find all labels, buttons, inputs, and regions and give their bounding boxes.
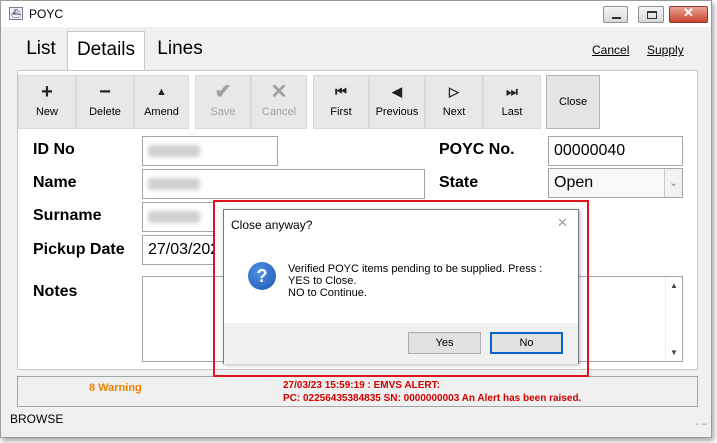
- poyc-no-field[interactable]: 00000040: [548, 136, 683, 166]
- yes-button[interactable]: Yes: [408, 332, 481, 354]
- app-window: ⛴ POYC ✕ List Details Lines Cancel Suppl…: [0, 0, 712, 438]
- x-icon: ✕: [270, 81, 288, 103]
- delete-button[interactable]: − Delete: [76, 75, 134, 129]
- dialog-close-icon[interactable]: ✕: [557, 215, 568, 231]
- first-icon: ⏮: [335, 84, 347, 99]
- redacted-value: [148, 178, 200, 190]
- resize-grip-icon[interactable]: ⠠⠤: [692, 419, 708, 434]
- pickup-date-label: Pickup Date: [33, 241, 125, 258]
- confirm-dialog: Close anyway? ✕ ? Verified POYC items pe…: [223, 209, 579, 364]
- window-title: POYC: [29, 7, 64, 21]
- window-close-button[interactable]: ✕: [669, 5, 708, 23]
- scroll-up-icon[interactable]: ▲: [666, 281, 682, 290]
- tab-details[interactable]: Details: [67, 31, 145, 71]
- redacted-value: [148, 145, 200, 157]
- emvs-alert: 27/03/23 15:59:19 : EMVS ALERT: PC: 0225…: [283, 379, 581, 405]
- maximize-button[interactable]: [638, 6, 664, 23]
- close-icon: ✕: [683, 5, 694, 20]
- previous-button[interactable]: ◀ Previous: [369, 75, 425, 129]
- new-button[interactable]: + New: [18, 75, 76, 129]
- cancel-button[interactable]: ✕ Cancel: [251, 75, 307, 129]
- state-label: State: [439, 174, 479, 191]
- alert-line-1: 27/03/23 15:59:19 : EMVS ALERT:: [283, 380, 440, 391]
- notes-scrollbar[interactable]: ▲ ▼: [665, 277, 682, 361]
- cancel-link[interactable]: Cancel: [592, 43, 629, 57]
- close-button[interactable]: Close: [546, 75, 600, 129]
- amend-button[interactable]: ▲ Amend: [134, 75, 189, 129]
- alert-line-2: PC: 02256435384835 SN: 0000000003 An Ale…: [283, 393, 582, 404]
- last-button[interactable]: ⏭ Last: [483, 75, 541, 129]
- previous-icon: ◀: [392, 84, 402, 99]
- minus-icon: −: [99, 81, 111, 103]
- state-dropdown[interactable]: Open ⌄: [548, 168, 683, 198]
- surname-label: Surname: [33, 207, 102, 224]
- no-button[interactable]: No: [490, 332, 563, 354]
- minimize-icon: [612, 17, 621, 19]
- supply-link[interactable]: Supply: [647, 43, 684, 57]
- poyc-no-label: POYC No.: [439, 141, 515, 158]
- scroll-down-icon[interactable]: ▼: [666, 348, 682, 357]
- id-field[interactable]: [142, 136, 278, 166]
- chevron-down-icon[interactable]: ⌄: [664, 169, 682, 197]
- warning-count[interactable]: 8 Warning: [89, 382, 142, 394]
- name-field[interactable]: [142, 169, 425, 199]
- name-label: Name: [33, 174, 77, 191]
- id-label: ID No: [33, 141, 75, 158]
- tab-lines[interactable]: Lines: [149, 31, 211, 67]
- next-button[interactable]: ▷ Next: [425, 75, 483, 129]
- pickup-date-field[interactable]: 27/03/202: [142, 235, 214, 265]
- title-bar: ⛴ POYC ✕: [1, 1, 711, 27]
- dialog-title: Close anyway?: [231, 218, 313, 232]
- question-icon: ?: [248, 262, 276, 290]
- last-icon: ⏭: [506, 84, 518, 99]
- maximize-icon: [647, 11, 657, 19]
- next-icon: ▷: [449, 84, 459, 99]
- save-button[interactable]: ✔ Save: [195, 75, 251, 129]
- state-value: Open: [554, 174, 594, 191]
- tab-list[interactable]: List: [19, 31, 63, 67]
- mode-status: BROWSE: [10, 412, 64, 426]
- redacted-value: [148, 211, 200, 223]
- triangle-up-icon: ▲: [156, 86, 167, 98]
- plus-icon: +: [41, 81, 53, 103]
- surname-field[interactable]: [142, 202, 214, 232]
- minimize-button[interactable]: [603, 6, 628, 23]
- dialog-message: Verified POYC items pending to be suppli…: [288, 263, 543, 299]
- check-icon: ✔: [214, 81, 232, 103]
- app-logo-icon: ⛴: [9, 7, 23, 20]
- first-button[interactable]: ⏮ First: [313, 75, 369, 129]
- notes-label: Notes: [33, 283, 78, 300]
